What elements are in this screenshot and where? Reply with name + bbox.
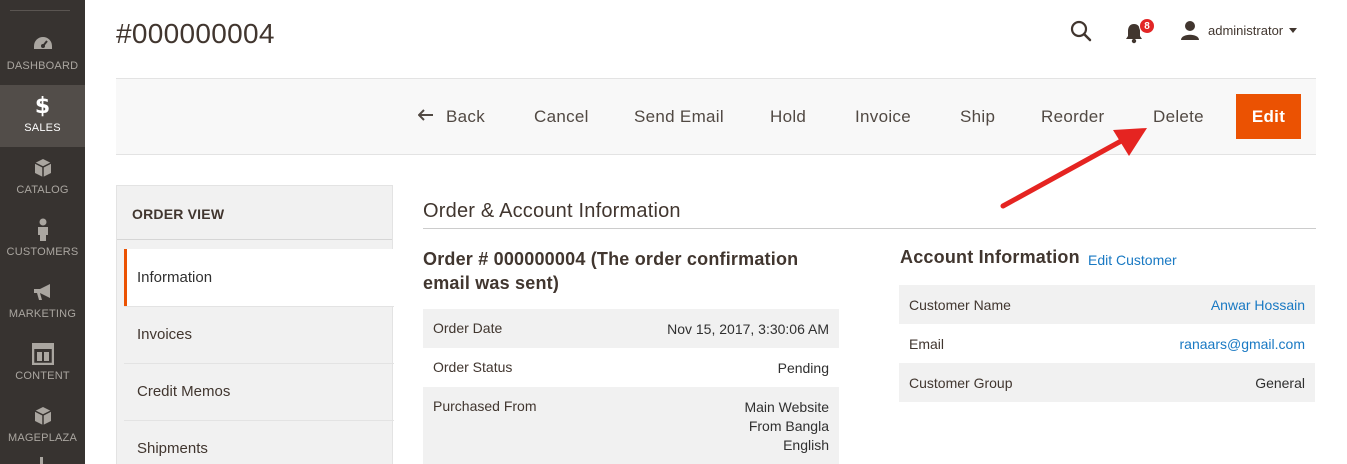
nav-item-marketing[interactable]: MARKETING bbox=[0, 271, 85, 333]
dashboard-icon bbox=[0, 33, 85, 55]
nav-item-dashboard[interactable]: DASHBOARD bbox=[0, 23, 85, 85]
nav-item-customers[interactable]: CUSTOMERS bbox=[0, 209, 85, 271]
tab-label: Invoices bbox=[137, 326, 193, 343]
order-view-tabs: ORDER VIEW Information Invoices Credit M… bbox=[116, 185, 394, 464]
cancel-button[interactable]: Cancel bbox=[534, 107, 589, 127]
row-label: Order Date bbox=[433, 320, 503, 336]
purchased-from-value: Main Website From Bangla English bbox=[744, 398, 829, 455]
nav-label: DASHBOARD bbox=[6, 60, 79, 72]
nav-divider bbox=[10, 10, 70, 11]
row-label: Customer Group bbox=[909, 375, 1013, 391]
table-row: Customer Name Anwar Hossain bbox=[899, 285, 1315, 324]
tab-invoices[interactable]: Invoices bbox=[124, 306, 394, 363]
tab-label: Credit Memos bbox=[137, 383, 231, 400]
nav-label: CONTENT bbox=[15, 370, 70, 382]
edit-button[interactable]: Edit bbox=[1236, 94, 1301, 139]
customer-email-link[interactable]: ranaars@gmail.com bbox=[1180, 336, 1305, 352]
purchased-from-line: English bbox=[783, 437, 829, 453]
nav-item-more[interactable] bbox=[0, 455, 85, 464]
tab-label: Information bbox=[137, 269, 213, 286]
username: administrator bbox=[1208, 22, 1284, 38]
nav-label: MAGEPLAZA bbox=[7, 432, 78, 444]
row-label: Customer Name bbox=[909, 297, 1011, 313]
tabs-divider bbox=[117, 239, 392, 240]
nav-more-icon bbox=[40, 457, 43, 464]
table-row: Purchased From Main Website From Bangla … bbox=[423, 387, 839, 464]
account-info-table: Customer Name Anwar Hossain Email ranaar… bbox=[899, 285, 1315, 402]
row-label: Purchased From bbox=[433, 398, 537, 414]
nav-label: CUSTOMERS bbox=[6, 246, 79, 258]
tab-credit-memos[interactable]: Credit Memos bbox=[124, 363, 394, 420]
cube-icon bbox=[0, 157, 85, 179]
person-icon bbox=[0, 218, 85, 241]
arrow-left-icon bbox=[417, 106, 434, 126]
tab-label: Shipments bbox=[137, 440, 208, 457]
search-icon[interactable] bbox=[1070, 20, 1092, 42]
layout-icon bbox=[0, 343, 85, 365]
notification-count-badge: 8 bbox=[1139, 18, 1155, 34]
nav-label: MARKETING bbox=[8, 308, 77, 320]
customer-group-value: General bbox=[1255, 375, 1305, 391]
edit-customer-link[interactable]: Edit Customer bbox=[1088, 252, 1177, 268]
order-info-table: Order Date Nov 15, 2017, 3:30:06 AM Orde… bbox=[423, 309, 839, 464]
user-menu[interactable]: administrator bbox=[1180, 19, 1298, 41]
tab-information[interactable]: Information bbox=[124, 249, 394, 306]
page-title: #000000004 bbox=[116, 18, 275, 49]
hold-button[interactable]: Hold bbox=[770, 107, 806, 127]
purchased-from-line: From Bangla bbox=[748, 418, 829, 434]
user-icon bbox=[1181, 21, 1199, 40]
table-row: Email ranaars@gmail.com bbox=[899, 324, 1315, 363]
purchased-from-line: Main Website bbox=[744, 399, 829, 415]
order-status-value: Pending bbox=[777, 360, 829, 376]
row-label: Order Status bbox=[433, 359, 513, 375]
notifications-button[interactable]: 8 bbox=[1125, 18, 1155, 44]
section-divider bbox=[423, 228, 1316, 229]
nav-item-catalog[interactable]: CATALOG bbox=[0, 147, 85, 209]
ship-button[interactable]: Ship bbox=[960, 107, 995, 127]
table-row: Customer Group General bbox=[899, 363, 1315, 402]
chevron-down-icon bbox=[1289, 27, 1298, 33]
tabs-heading: ORDER VIEW bbox=[132, 206, 225, 222]
account-info-title: Account Information bbox=[900, 247, 1080, 267]
nav-label: SALES bbox=[24, 122, 61, 134]
back-label: Back bbox=[446, 107, 485, 126]
order-date-value: Nov 15, 2017, 3:30:06 AM bbox=[667, 321, 829, 337]
table-row: Order Status Pending bbox=[423, 348, 839, 387]
tab-shipments[interactable]: Shipments bbox=[124, 420, 394, 464]
admin-sidebar: DASHBOARD $ SALES CATALOG CUSTOMERS MARK… bbox=[0, 0, 85, 464]
megaphone-icon bbox=[0, 281, 85, 303]
table-row: Order Date Nov 15, 2017, 3:30:06 AM bbox=[423, 309, 839, 348]
nav-item-content[interactable]: CONTENT bbox=[0, 333, 85, 395]
back-button[interactable]: Back bbox=[417, 106, 485, 128]
row-label: Email bbox=[909, 336, 945, 352]
delete-button[interactable]: Delete bbox=[1153, 107, 1204, 127]
annotation-arrow-icon bbox=[1000, 128, 1147, 209]
order-title: Order # 000000004 (The order confirmatio… bbox=[423, 249, 799, 293]
cube-icon bbox=[0, 405, 85, 427]
send-email-button[interactable]: Send Email bbox=[634, 107, 724, 127]
nav-label: CATALOG bbox=[16, 184, 69, 196]
nav-item-mageplaza[interactable]: MAGEPLAZA bbox=[0, 395, 85, 457]
customer-name-link[interactable]: Anwar Hossain bbox=[1211, 297, 1305, 313]
nav-item-sales[interactable]: $ SALES bbox=[0, 85, 85, 147]
section-title: Order & Account Information bbox=[423, 200, 681, 222]
dollar-icon: $ bbox=[34, 93, 51, 119]
invoice-button[interactable]: Invoice bbox=[855, 107, 911, 127]
